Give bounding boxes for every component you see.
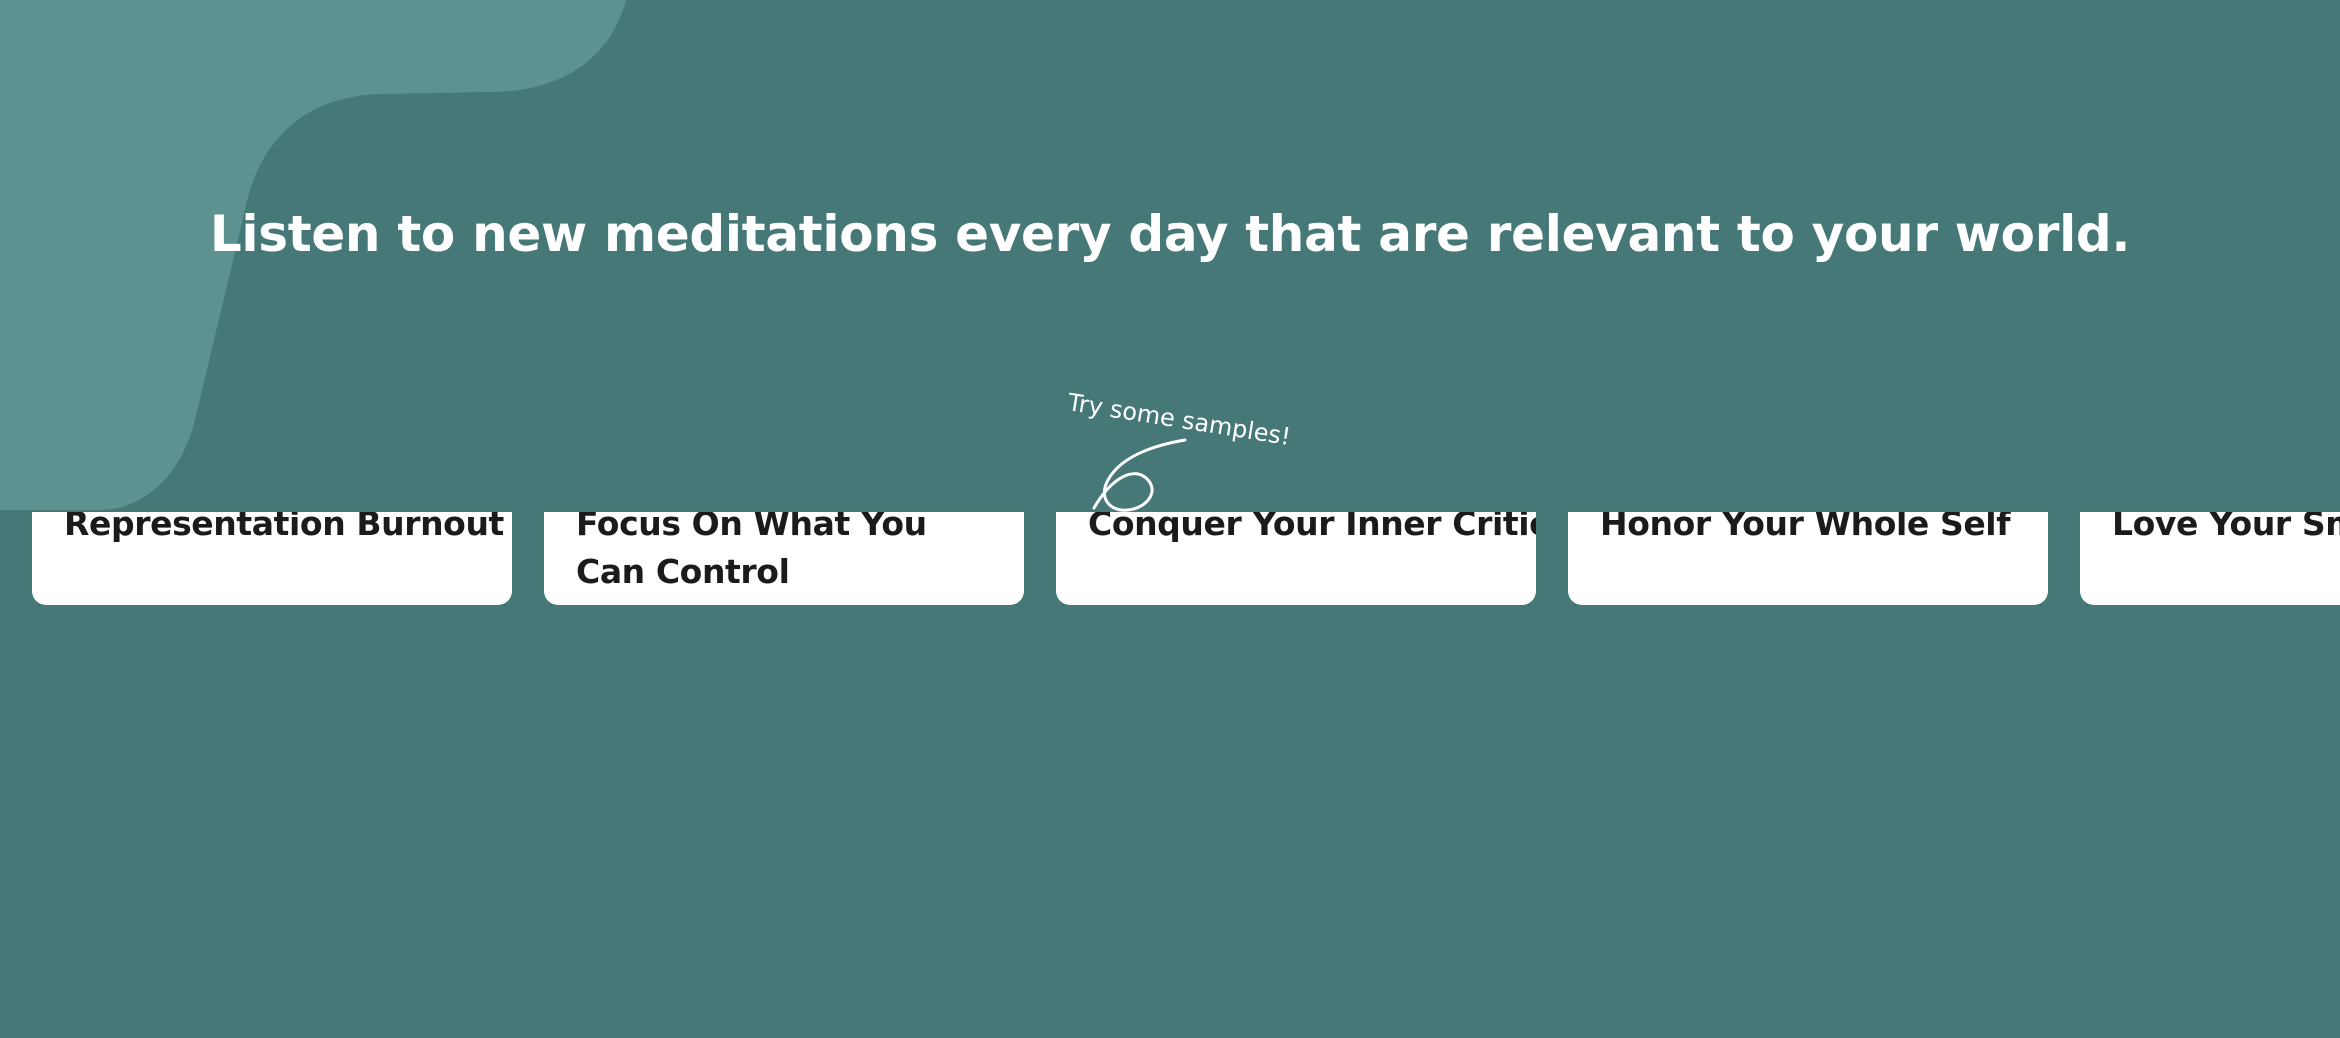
card-honor-your-whole-self[interactable]: Honor Your Whole Self xyxy=(1568,512,2048,605)
card-title: Love Your Sma xyxy=(2112,512,2340,543)
card-representation-burnout[interactable]: Representation Burnout xyxy=(32,512,512,605)
curly-arrow-icon xyxy=(1092,438,1187,512)
card-title: Representation Burnout xyxy=(64,512,504,543)
card-title: Focus On What You Can Control xyxy=(576,512,927,591)
card-focus-on-what-you-can-control[interactable]: Focus On What You Can Control xyxy=(544,512,1024,605)
background-accent-shape xyxy=(0,0,626,510)
card-love-your-sma[interactable]: Love Your Sma xyxy=(2080,512,2340,605)
page-headline: Listen to new meditations every day that… xyxy=(209,205,2131,263)
card-title: Honor Your Whole Self xyxy=(1600,512,2011,543)
